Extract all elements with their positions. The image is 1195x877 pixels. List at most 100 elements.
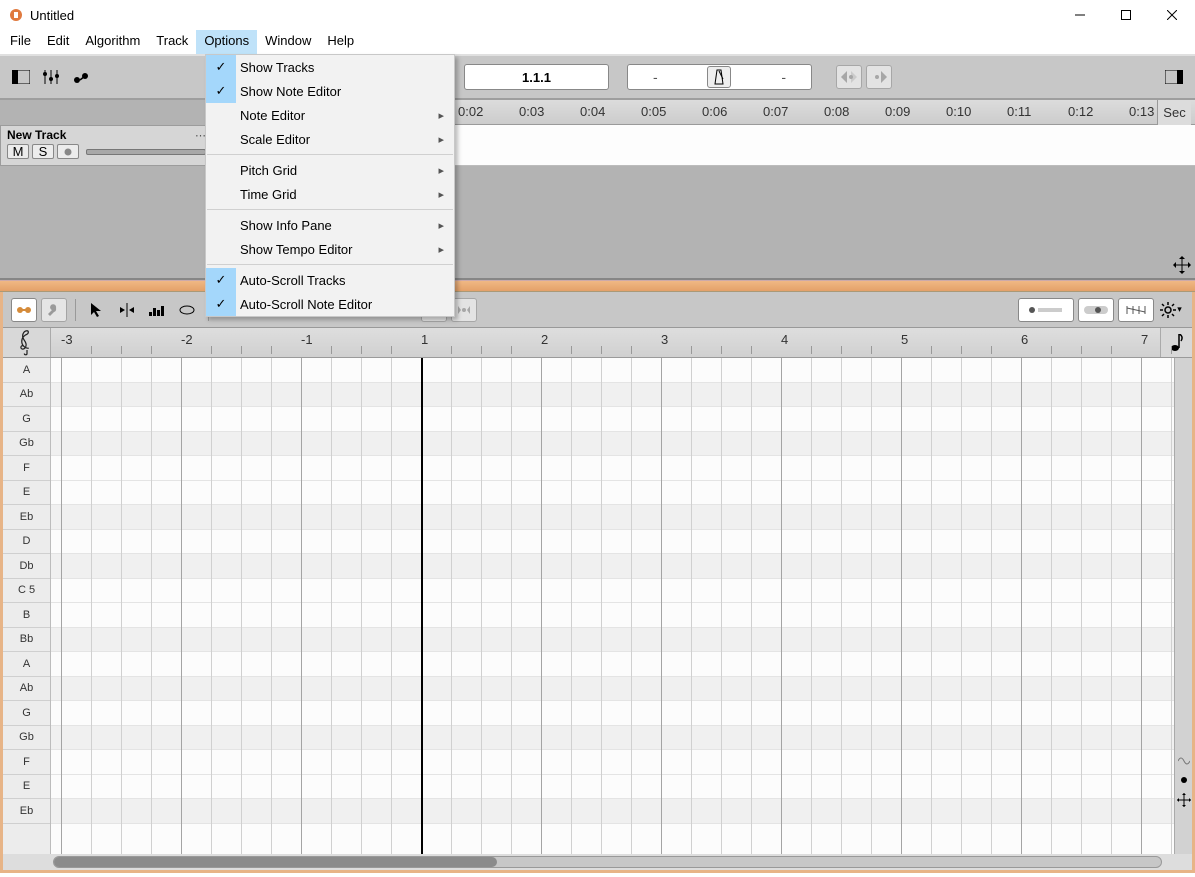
grid-vline <box>121 358 122 854</box>
piano-roll-grid[interactable] <box>51 358 1174 854</box>
split-view-icon[interactable] <box>1161 65 1187 89</box>
position-counter[interactable]: 1.1.1 <box>464 64 609 90</box>
toolbar-separator <box>75 299 76 321</box>
submenu-arrow-icon: ▸ <box>438 133 444 146</box>
gear-icon[interactable]: ▾ <box>1158 298 1184 322</box>
zoom-corner-icon[interactable] <box>1173 256 1191 274</box>
piano-key[interactable]: Db <box>3 554 50 579</box>
horizontal-scrollbar[interactable] <box>3 854 1192 870</box>
solo-button[interactable]: S <box>32 144 54 159</box>
note-value-icon[interactable] <box>1160 328 1192 357</box>
dot-icon[interactable] <box>1179 775 1189 785</box>
wave-icon[interactable] <box>1178 755 1190 767</box>
submenu-arrow-icon: ▸ <box>438 164 444 177</box>
piano-key[interactable]: G <box>3 701 50 726</box>
panel-layout-icon[interactable] <box>8 65 34 89</box>
piano-key[interactable]: A <box>3 652 50 677</box>
piano-key[interactable]: Gb <box>3 726 50 751</box>
piano-key[interactable]: Bb <box>3 628 50 653</box>
draw-tool-button[interactable] <box>174 298 200 322</box>
horizontal-splitter[interactable] <box>0 280 1195 292</box>
snap-left-button[interactable] <box>836 65 862 89</box>
menu-item-show-tempo-editor[interactable]: Show Tempo Editor▸ <box>206 237 454 261</box>
volume-slider[interactable] <box>86 149 206 155</box>
menu-item-show-tracks[interactable]: ✓Show Tracks <box>206 55 454 79</box>
check-icon <box>206 127 236 151</box>
time-tick: 0:10 <box>946 104 971 119</box>
grid-vline <box>481 358 482 854</box>
menu-item-auto-scroll-note-editor[interactable]: ✓Auto-Scroll Note Editor <box>206 292 454 316</box>
playhead[interactable] <box>421 358 423 854</box>
maximize-button[interactable] <box>1103 0 1149 30</box>
beat-scale[interactable]: -3-2-11234567 <box>51 328 1160 357</box>
menu-item-time-grid[interactable]: Time Grid▸ <box>206 182 454 206</box>
wrench-tool-button[interactable] <box>41 298 67 322</box>
zoom-cross-icon[interactable] <box>1177 793 1191 807</box>
window-title: Untitled <box>30 8 74 23</box>
minimize-button[interactable] <box>1057 0 1103 30</box>
piano-key[interactable]: G <box>3 407 50 432</box>
piano-key[interactable]: Ab <box>3 677 50 702</box>
menu-item-auto-scroll-tracks[interactable]: ✓Auto-Scroll Tracks <box>206 268 454 292</box>
piano-key[interactable]: C 5 <box>3 579 50 604</box>
snap-right-button[interactable] <box>866 65 892 89</box>
mute-button[interactable]: M <box>7 144 29 159</box>
scrollbar-thumb[interactable] <box>54 857 497 867</box>
menu-algorithm[interactable]: Algorithm <box>77 30 148 54</box>
scrollbar-track[interactable] <box>53 856 1162 868</box>
piano-key-column[interactable]: AAbGGbFEEbDDbC 5BBbAAbGGbFEEb <box>3 358 51 854</box>
submenu-arrow-icon: ▸ <box>438 243 444 256</box>
metronome-icon[interactable] <box>707 66 731 88</box>
clef-icon[interactable] <box>3 328 51 357</box>
level-tool-button[interactable] <box>144 298 170 322</box>
mixer-icon[interactable] <box>38 65 64 89</box>
piano-key[interactable]: B <box>3 603 50 628</box>
menu-item-pitch-grid[interactable]: Pitch Grid▸ <box>206 158 454 182</box>
pointer-tool-button[interactable] <box>84 298 110 322</box>
close-button[interactable] <box>1149 0 1195 30</box>
piano-key[interactable]: F <box>3 456 50 481</box>
piano-key[interactable]: Eb <box>3 799 50 824</box>
piano-key[interactable]: Ab <box>3 383 50 408</box>
menu-window[interactable]: Window <box>257 30 319 54</box>
menu-separator <box>207 209 453 210</box>
menu-edit[interactable]: Edit <box>39 30 77 54</box>
view-mode-c-button[interactable] <box>1118 298 1154 322</box>
piano-key[interactable]: E <box>3 481 50 506</box>
time-tick: 0:04 <box>580 104 605 119</box>
view-mode-a-button[interactable] <box>1018 298 1074 322</box>
piano-key[interactable]: E <box>3 775 50 800</box>
piano-key[interactable]: D <box>3 530 50 555</box>
record-button[interactable] <box>57 144 79 159</box>
grid-vline <box>61 358 62 854</box>
beat-minor-tick <box>451 346 452 354</box>
menu-item-show-note-editor[interactable]: ✓Show Note Editor <box>206 79 454 103</box>
track-name-label: New Track <box>7 128 66 142</box>
view-mode-b-button[interactable] <box>1078 298 1114 322</box>
beat-ruler[interactable]: -3-2-11234567 <box>3 328 1192 358</box>
time-unit-toggle[interactable]: Sec <box>1157 100 1191 125</box>
notes-icon[interactable] <box>68 65 94 89</box>
piano-key[interactable]: F <box>3 750 50 775</box>
track-header[interactable]: New Track ⋯ M S <box>0 125 213 166</box>
link-tool-button[interactable] <box>11 298 37 322</box>
grid-row <box>51 579 1174 604</box>
menu-item-show-info-pane[interactable]: Show Info Pane▸ <box>206 213 454 237</box>
piano-key[interactable]: Eb <box>3 505 50 530</box>
menu-item-note-editor[interactable]: Note Editor▸ <box>206 103 454 127</box>
split-tool-button[interactable] <box>114 298 140 322</box>
check-icon: ✓ <box>206 292 236 316</box>
menu-help[interactable]: Help <box>319 30 362 54</box>
beat-minor-tick <box>631 346 632 354</box>
menu-bar: FileEditAlgorithmTrackOptionsWindowHelp✓… <box>0 30 1195 54</box>
vertical-scroll-strip[interactable] <box>1174 358 1192 854</box>
menu-item-scale-editor[interactable]: Scale Editor▸ <box>206 127 454 151</box>
beat-minor-tick <box>121 346 122 354</box>
grid-row <box>51 432 1174 457</box>
menu-options[interactable]: Options <box>196 30 257 54</box>
menu-file[interactable]: File <box>2 30 39 54</box>
piano-key[interactable]: Gb <box>3 432 50 457</box>
tempo-box[interactable]: - - <box>627 64 812 90</box>
piano-key[interactable]: A <box>3 358 50 383</box>
menu-track[interactable]: Track <box>148 30 196 54</box>
